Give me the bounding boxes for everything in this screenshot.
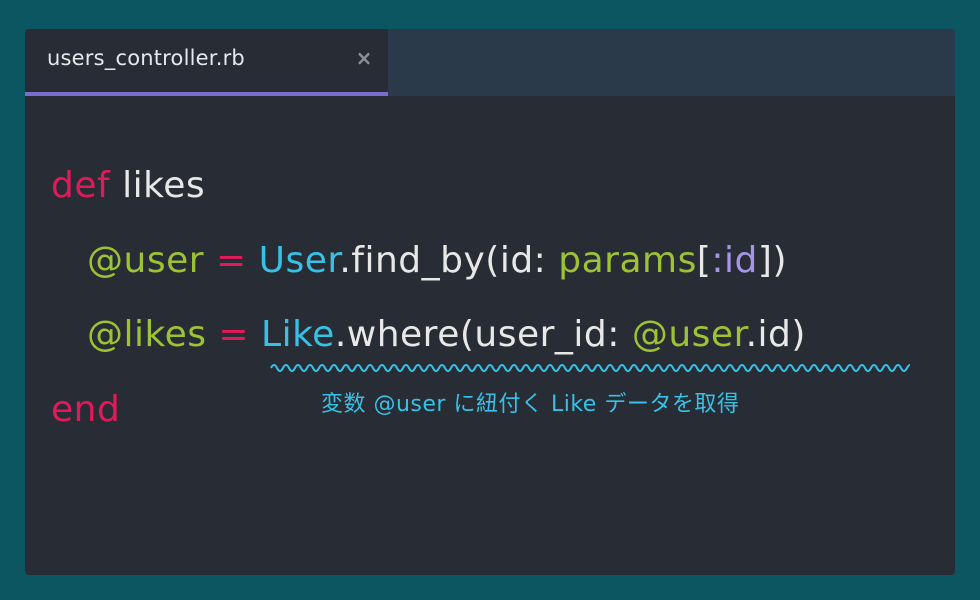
assign-operator: = xyxy=(206,314,262,355)
code-line-2: @user = User.find_by(id: params[:id]) xyxy=(87,240,787,281)
code-editor[interactable]: def likes @user = User.find_by(id: param… xyxy=(25,96,955,575)
tab-users-controller[interactable]: users_controller.rb × xyxy=(25,29,388,96)
keyword-end: end xyxy=(51,389,121,430)
method-call-find-by: .find_by(id: xyxy=(339,240,559,281)
code-line-3: @likes = Like.where(user_id: @user.id) xyxy=(87,314,806,355)
method-tail: .id) xyxy=(745,314,806,355)
instance-var-user-ref: @user xyxy=(631,314,746,355)
symbol-id: :id xyxy=(711,240,758,281)
constant-user: User xyxy=(258,240,340,281)
method-call-where: .where(user_id: xyxy=(334,314,632,355)
bracket-close: ]) xyxy=(757,240,787,281)
params-identifier: params xyxy=(558,240,697,281)
instance-var-likes: @likes xyxy=(87,314,207,355)
bracket-open: [ xyxy=(696,240,712,281)
squiggle-underline xyxy=(270,364,910,372)
close-icon[interactable]: × xyxy=(355,47,373,69)
constant-like: Like xyxy=(261,314,335,355)
tab-title: users_controller.rb xyxy=(47,46,245,70)
assign-operator: = xyxy=(204,240,259,281)
editor-window: users_controller.rb × def likes @user = … xyxy=(25,29,955,575)
method-name: likes xyxy=(110,165,206,206)
code-line-1: def likes xyxy=(51,165,205,206)
code-line-4: end xyxy=(51,389,120,430)
keyword-def: def xyxy=(51,165,111,206)
tab-bar: users_controller.rb × xyxy=(25,29,955,96)
annotation-text: 変数 @user に紐付く Like データを取得 xyxy=(321,392,740,417)
instance-var-user: @user xyxy=(87,240,205,281)
